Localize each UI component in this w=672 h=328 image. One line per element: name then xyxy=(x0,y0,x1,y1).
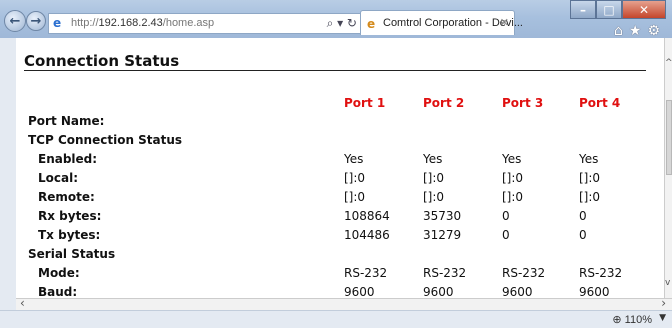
row-label: Remote: xyxy=(38,190,95,204)
port-3-value: 0 xyxy=(502,228,510,242)
status-bar: ⊕ 110% ▼ xyxy=(0,310,672,328)
port-4-value: 0 xyxy=(579,228,587,242)
scroll-up-arrow[interactable]: ^ xyxy=(665,58,672,68)
port-1-value: []:0 xyxy=(344,190,366,204)
port-2-value: Yes xyxy=(423,152,443,166)
port-3-header: Port 3 xyxy=(502,96,544,110)
favorites-star-icon[interactable]: ★ xyxy=(629,23,648,39)
port-4-value: 0 xyxy=(579,209,587,223)
tab-ie-icon: e xyxy=(367,17,376,31)
scroll-left-arrow[interactable]: ‹ xyxy=(20,296,25,310)
table-row: Rx bytes: 108864 35730 0 0 xyxy=(16,209,656,227)
forward-button[interactable]: → xyxy=(26,11,46,31)
ports-header-row: Port 1 Port 2 Port 3 Port 4 xyxy=(16,96,656,114)
zoom-level[interactable]: ⊕ 110% xyxy=(612,313,652,326)
heading-divider xyxy=(24,70,646,71)
table-row: TCP Connection Status xyxy=(16,133,656,151)
row-label: Tx bytes: xyxy=(38,228,101,242)
home-icon[interactable]: ⌂ xyxy=(614,23,629,39)
page-content: Connection Status Port 1 Port 2 Port 3 P… xyxy=(16,38,664,298)
port-4-value: Yes xyxy=(579,152,599,166)
port-3-value: 9600 xyxy=(502,285,533,298)
port-3-value: Yes xyxy=(502,152,522,166)
table-row: Baud: 9600 9600 9600 9600 xyxy=(16,285,656,298)
table-row: Local: []:0 []:0 []:0 []:0 xyxy=(16,171,656,189)
row-label: Rx bytes: xyxy=(38,209,102,223)
port-1-header: Port 1 xyxy=(344,96,386,110)
address-url[interactable]: http://192.168.2.43/home.asp xyxy=(71,17,214,29)
port-3-value: []:0 xyxy=(502,171,524,185)
horizontal-scrollbar[interactable]: ‹ › xyxy=(16,296,672,310)
browser-tab[interactable]: e Comtrol Corporation - Devi... ✕ xyxy=(360,10,523,35)
row-label: Local: xyxy=(38,171,79,185)
ie-logo-icon: e xyxy=(53,16,62,30)
row-label: Enabled: xyxy=(38,152,98,166)
port-4-value: RS-232 xyxy=(579,266,623,280)
port-2-header: Port 2 xyxy=(423,96,465,110)
port-2-value: 31279 xyxy=(423,228,462,242)
address-bar[interactable]: e http://192.168.2.43/home.asp ⌕ ▾ ↻ xyxy=(48,13,364,34)
settings-gear-icon[interactable]: ⚙ xyxy=(647,23,666,39)
left-frame xyxy=(0,38,16,310)
vertical-scrollbar[interactable]: ^ v xyxy=(664,38,672,298)
toolbar-icons: ⌂★⚙ xyxy=(614,23,666,39)
port-1-value: []:0 xyxy=(344,171,366,185)
port-2-value: []:0 xyxy=(423,190,445,204)
row-label: Port Name: xyxy=(28,114,105,128)
minimize-button[interactable]: – xyxy=(570,0,596,19)
row-label: Mode: xyxy=(38,266,80,280)
table-row: Serial Status xyxy=(16,247,656,265)
table-row: Tx bytes: 104486 31279 0 0 xyxy=(16,228,656,246)
table-row: Remote: []:0 []:0 []:0 []:0 xyxy=(16,190,656,208)
port-4-value: []:0 xyxy=(579,171,601,185)
port-4-value: []:0 xyxy=(579,190,601,204)
port-2-value: 35730 xyxy=(423,209,462,223)
page-heading: Connection Status xyxy=(24,52,180,70)
window-controls: – □ ✕ xyxy=(570,0,666,20)
port-1-value: 108864 xyxy=(344,209,390,223)
tab-close-icon[interactable]: ✕ xyxy=(500,16,509,29)
port-3-value: RS-232 xyxy=(502,266,546,280)
browser-titlebar: ← → e http://192.168.2.43/home.asp ⌕ ▾ ↻… xyxy=(0,0,672,39)
back-button[interactable]: ← xyxy=(4,10,26,32)
vertical-scroll-thumb[interactable] xyxy=(666,100,672,175)
search-refresh-icons[interactable]: ⌕ ▾ ↻ xyxy=(327,16,357,31)
table-row: Port Name: xyxy=(16,114,656,132)
port-1-value: 104486 xyxy=(344,228,390,242)
port-1-value: Yes xyxy=(344,152,364,166)
row-label: Baud: xyxy=(38,285,78,298)
port-2-value: RS-232 xyxy=(423,266,467,280)
port-4-header: Port 4 xyxy=(579,96,621,110)
row-label: Serial Status xyxy=(28,247,116,261)
table-row: Enabled: Yes Yes Yes Yes xyxy=(16,152,656,170)
port-3-value: []:0 xyxy=(502,190,524,204)
row-label: TCP Connection Status xyxy=(28,133,183,147)
port-4-value: 9600 xyxy=(579,285,610,298)
close-window-button[interactable]: ✕ xyxy=(622,0,666,19)
zoom-dropdown-icon[interactable]: ▼ xyxy=(659,313,666,323)
port-3-value: 0 xyxy=(502,209,510,223)
port-1-value: RS-232 xyxy=(344,266,388,280)
port-2-value: []:0 xyxy=(423,171,445,185)
port-2-value: 9600 xyxy=(423,285,454,298)
port-1-value: 9600 xyxy=(344,285,375,298)
table-row: Mode: RS-232 RS-232 RS-232 RS-232 xyxy=(16,266,656,284)
scroll-right-arrow[interactable]: › xyxy=(661,296,666,310)
scroll-down-arrow[interactable]: v xyxy=(665,278,670,288)
maximize-button[interactable]: □ xyxy=(596,0,622,19)
